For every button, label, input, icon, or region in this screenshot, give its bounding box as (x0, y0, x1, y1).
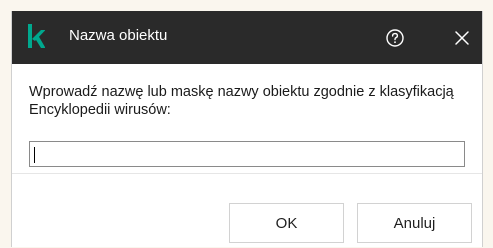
title-bar: Nazwa obiektu (12, 11, 482, 64)
close-icon (455, 31, 469, 45)
object-name-dialog: Nazwa obiektu Wprowadź nazwę lub maskę n… (11, 11, 483, 247)
text-caret (34, 147, 35, 163)
dialog-body: Wprowadź nazwę lub maskę nazwy obiektu z… (12, 64, 482, 173)
cancel-button[interactable]: Anuluj (357, 203, 472, 243)
help-button[interactable] (382, 25, 408, 51)
kaspersky-logo-icon (28, 24, 45, 48)
prompt-text: Wprowadź nazwę lub maskę nazwy obiektu z… (29, 84, 454, 118)
help-circle-icon (386, 29, 404, 47)
dialog-title: Nazwa obiektu (69, 27, 168, 44)
object-name-input[interactable] (29, 141, 465, 167)
close-button[interactable] (449, 25, 475, 51)
dialog-footer: OK Anuluj (12, 174, 482, 247)
ok-button[interactable]: OK (229, 203, 344, 243)
